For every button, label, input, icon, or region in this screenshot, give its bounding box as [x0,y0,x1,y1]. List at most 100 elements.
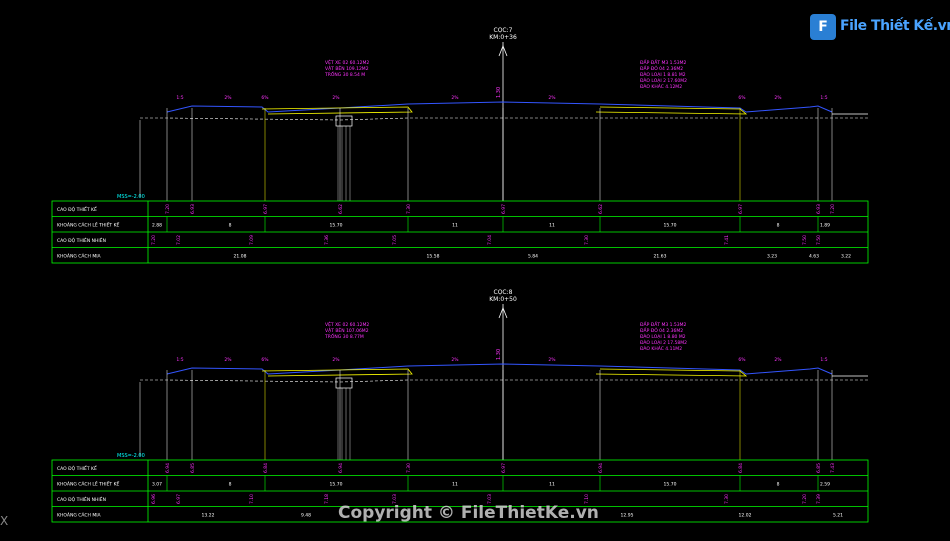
station-name: CỌC:7 [494,27,513,34]
staff-distance: 9.48 [301,513,311,519]
pavement-left [261,106,413,115]
table-row-label: CAO ĐỘ THIÊN NHIÊN [57,495,106,503]
natural-ground-line [140,379,868,383]
table-row-label: KHOẢNG CÁCH LỀ THIẾT KẾ [57,480,120,488]
natural-elevation: 7.20 [802,494,808,504]
design-elevation: 6.93 [190,204,196,214]
design-elevation: 7.20 [165,204,171,214]
station-km: KM:0+50 [489,296,517,303]
pavement-right [595,368,748,377]
edge-distance: 15.70 [664,482,677,488]
edge-distance: 8 [229,482,232,488]
design-elevation: 7.30 [406,204,412,214]
natural-elevation: 7.04 [487,235,493,245]
design-elevation: 6.97 [738,204,744,214]
brand-logo[interactable]: F File Thiết Kế.vn [810,12,950,42]
staff-distance: 21.63 [654,254,667,260]
edge-distance: 15.70 [330,223,343,229]
design-elevation: 7.30 [406,463,412,473]
edge-distance: 8 [777,482,780,488]
volume-note-right: ĐÀO LOẠI 2 17.60M2 [640,77,687,84]
staff-distance: 15.58 [427,254,440,260]
slope-label: 6% [261,357,269,363]
station-km: KM:0+36 [489,34,517,41]
design-surface-line [166,101,833,113]
pavement-left [261,368,413,377]
natural-elevation: 7.20 [151,235,157,245]
design-elevation: 6.84 [738,463,744,473]
edge-distance: 11 [549,482,555,488]
staff-distance: 21.08 [234,254,247,260]
slope-label: 2% [451,357,459,363]
edge-distance: 2.59 [820,482,830,488]
slope-label: 2% [332,95,340,101]
staff-distance: 13.22 [202,513,215,519]
volume-note-right: ĐẤP ĐẤT M3 1.53M2 [640,58,687,66]
design-elevation: 6.62 [338,204,344,214]
edge-distance: 11 [549,223,555,229]
volume-note-left: VỆT XE 02 60.12M2 [325,320,369,328]
volume-note-right: ĐÀO KHÁC 4.11M2 [640,345,682,352]
design-elevation: 6.94 [165,463,171,473]
edge-distance: 15.70 [664,223,677,229]
natural-elevation: 7.41 [724,235,730,245]
edge-distance: 2.88 [152,223,162,229]
volume-note-right: ĐÀO LOẠI 1 8.80 M2 [640,333,686,340]
design-elevation: 6.97 [501,463,507,473]
natural-elevation: 7.36 [324,235,330,245]
slope-label: 2% [224,357,232,363]
edge-distance: 8 [777,223,780,229]
volume-note-right: ĐÀO KHÁC 4.12M2 [640,83,682,90]
natural-elevation: 7.50 [816,235,822,245]
design-elevation: 6.62 [598,204,604,214]
design-surface-line [166,363,833,375]
natural-elevation: 7.18 [324,494,330,504]
slope-label: 1:5 [176,95,183,101]
staff-distance: 3.23 [767,254,777,260]
table-row-label: KHOẢNG CÁCH MIA [57,252,102,260]
staff-distance: 12.02 [739,513,752,519]
volume-note-right: ĐÀO LOẠI 1 8.81 M2 [640,71,686,78]
slope-label: 2% [332,357,340,363]
slope-label: 1:5 [820,357,827,363]
logo-text: File Thiết Kế.vn [840,18,950,34]
staff-distance: 12.95 [621,513,634,519]
copyright-watermark: Copyright © FileThietKe.vn [338,503,599,523]
design-elevation: 7.43 [830,463,836,473]
table-row-label: CAO ĐỘ THIẾT KẾ [57,464,97,472]
slope-label: 2% [548,95,556,101]
ucs-axis-icon: X [0,514,9,528]
natural-elevation: 7.10 [249,494,255,504]
edge-distance: 11 [452,482,458,488]
cad-cross-section-drawing: CỌC:7KM:0+361.30VỆT XE 02 60.12M2VẬT BÊN… [51,27,869,523]
table-row-label: KHOẢNG CÁCH LỀ THIẾT KẾ [57,221,120,229]
natural-elevation: 6.96 [151,494,157,504]
natural-elevation: 7.02 [176,235,182,245]
edge-distance: 8 [229,223,232,229]
slope-label: 2% [548,357,556,363]
design-elevation: 6.85 [190,463,196,473]
staff-distance: 3.22 [841,254,851,260]
design-elevation: 6.94 [338,463,344,473]
design-elevation: 6.97 [501,204,507,214]
slope-label: 6% [261,95,269,101]
edge-distance: 1.89 [820,223,830,229]
design-elevation: 6.93 [816,204,822,214]
natural-elevation: 7.39 [816,494,822,504]
datum-label: MSS=-2.00 [117,453,145,459]
volume-note-right: ĐẤP ĐẤT M3 1.53M2 [640,320,687,328]
design-elevation: 6.84 [263,463,269,473]
natural-elevation: 7.30 [584,235,590,245]
design-elevation: 6.85 [816,463,822,473]
edge-distance: 11 [452,223,458,229]
staff-distance: 5.21 [833,513,843,519]
natural-ground-line [140,117,868,121]
slope-label: 1:5 [820,95,827,101]
slope-label: 6% [738,357,746,363]
design-elevation: 6.97 [263,204,269,214]
pavement-right [595,106,748,115]
natural-elevation: 7.30 [724,494,730,504]
slope-label: 2% [224,95,232,101]
center-elevation: 1.30 [496,87,502,98]
staff-distance: 5.84 [528,254,538,260]
